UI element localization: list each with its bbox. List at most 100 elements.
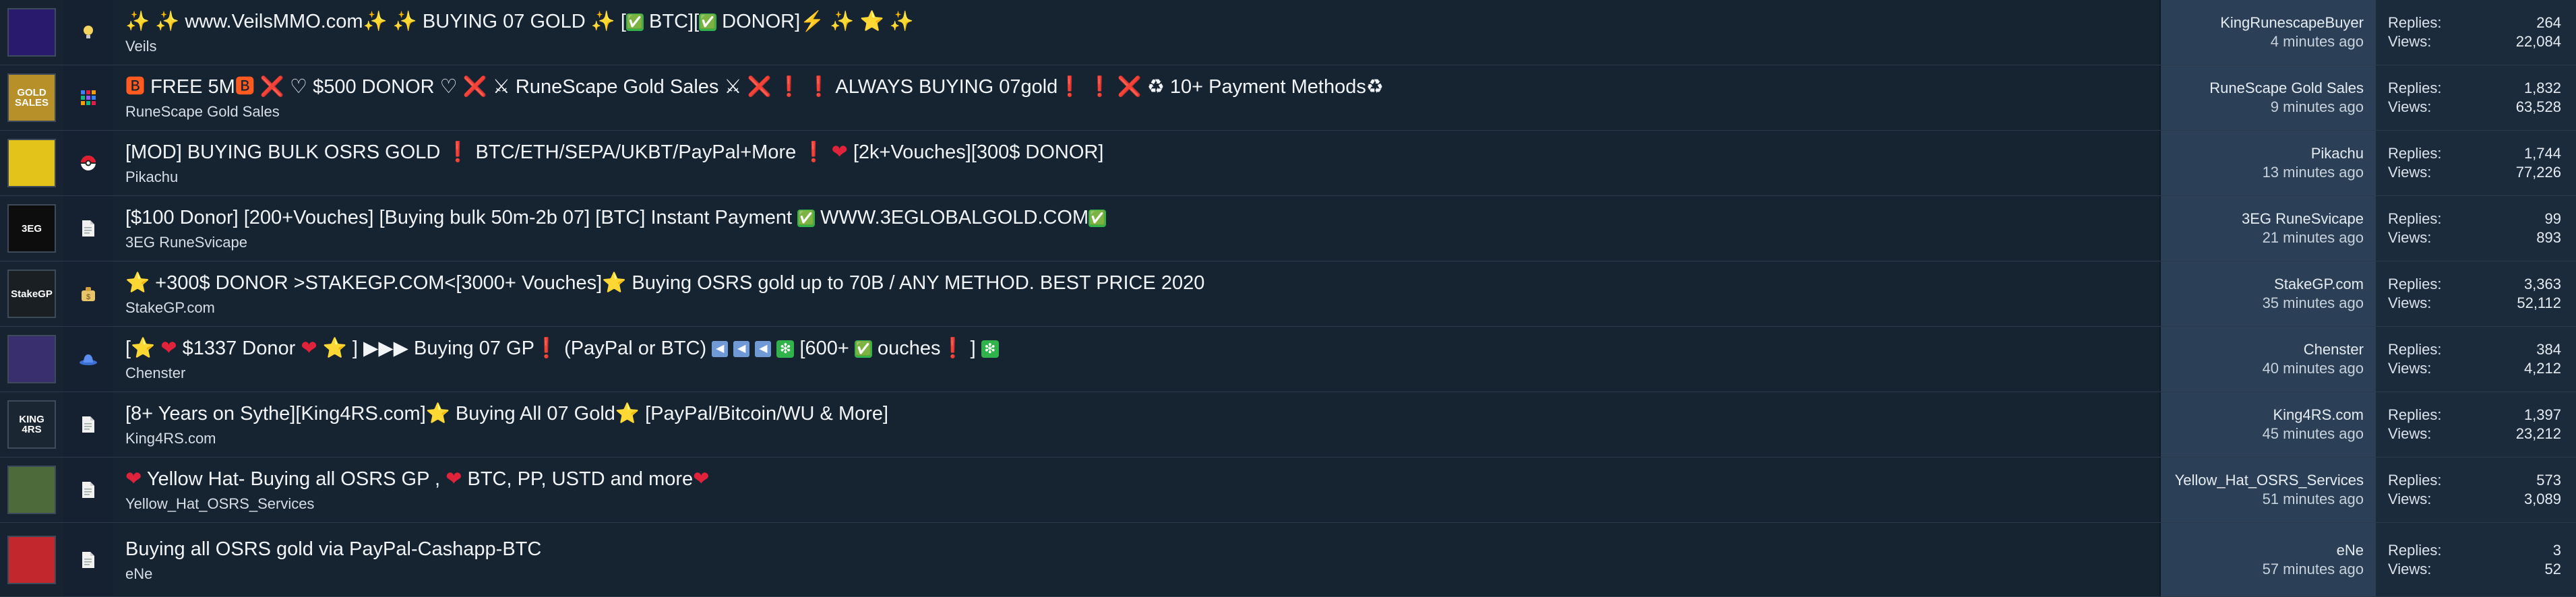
- views-stat: Views: 23,212: [2388, 425, 2561, 443]
- stats-cell: Replies: 3 Views: 52: [2376, 523, 2576, 596]
- title-text: [: [125, 338, 131, 359]
- last-post-cell: KingRunescapeBuyer 4 minutes ago: [2161, 0, 2376, 65]
- prefix-cell: [63, 392, 113, 457]
- last-post-user-link[interactable]: StakeGP.com: [2274, 275, 2364, 294]
- avatar[interactable]: [7, 139, 56, 187]
- title-text: [$100 Donor] [200+Vouches] [Buying bulk …: [125, 207, 798, 228]
- thread-row[interactable]: ❤ Yellow Hat- Buying all OSRS GP , ❤ BTC…: [0, 458, 2576, 523]
- emoji-icon: ✅: [797, 210, 816, 228]
- replies-count: 1,744: [2523, 145, 2561, 162]
- thread-author-link[interactable]: Veils: [125, 38, 2159, 55]
- avatar[interactable]: GOLD SALES: [7, 73, 56, 122]
- last-post-user-link[interactable]: RuneScape Gold Sales: [2209, 79, 2364, 98]
- avatar[interactable]: [7, 335, 56, 383]
- title-text: ✨: [884, 11, 914, 32]
- thread-title[interactable]: ⭐ +300$ DONOR >STAKEGP.COM<[3000+ Vouche…: [125, 271, 2159, 295]
- thread-row[interactable]: Buying all OSRS gold via PayPal-Cashapp-…: [0, 523, 2576, 597]
- thread-author-link[interactable]: King4RS.com: [125, 430, 2159, 447]
- title-text: ouches: [871, 338, 941, 359]
- last-post-user-link[interactable]: KingRunescapeBuyer: [2220, 13, 2364, 32]
- last-post-user-link[interactable]: Pikachu: [2311, 144, 2364, 163]
- thread-list: ✨ ✨ www.VeilsMMO.com✨ ✨ BUYING 07 GOLD ✨…: [0, 0, 2576, 597]
- thread-row[interactable]: ✨ ✨ www.VeilsMMO.com✨ ✨ BUYING 07 GOLD ✨…: [0, 0, 2576, 65]
- stats-cell: Replies: 573 Views: 3,089: [2376, 458, 2576, 522]
- last-post-user-link[interactable]: Chenster: [2304, 340, 2364, 359]
- thread-title[interactable]: [MOD] BUYING BULK OSRS GOLD ❗ BTC/ETH/SE…: [125, 140, 2159, 164]
- avatar[interactable]: [7, 535, 56, 584]
- thread-title[interactable]: [8+ Years on Sythe][King4RS.com]⭐ Buying…: [125, 402, 2159, 426]
- thread-title[interactable]: Buying all OSRS gold via PayPal-Cashapp-…: [125, 537, 2159, 561]
- avatar[interactable]: StakeGP: [7, 270, 56, 318]
- replies-label: Replies:: [2388, 145, 2442, 162]
- avatar[interactable]: KING 4RS: [7, 400, 56, 449]
- title-text: ♡ $500 DONOR ♡: [284, 76, 463, 98]
- last-post-time-link[interactable]: 13 minutes ago: [2263, 163, 2364, 182]
- last-post-time-link[interactable]: 51 minutes ago: [2263, 490, 2364, 509]
- thread-title[interactable]: ✨ ✨ www.VeilsMMO.com✨ ✨ BUYING 07 GOLD ✨…: [125, 9, 2159, 34]
- thread-author-link[interactable]: RuneScape Gold Sales: [125, 103, 2159, 121]
- stats-cell: Replies: 1,832 Views: 63,528: [2376, 65, 2576, 130]
- views-stat: Views: 3,089: [2388, 490, 2561, 509]
- last-post-cell: King4RS.com 45 minutes ago: [2161, 392, 2376, 457]
- title-text: +300$ DONOR >STAKEGP.COM<[3000+ Vouches]: [150, 272, 603, 294]
- thread-author-link[interactable]: 3EG RuneSvicape: [125, 234, 2159, 251]
- avatar[interactable]: 3EG: [7, 204, 56, 253]
- last-post-time-link[interactable]: 40 minutes ago: [2263, 359, 2364, 378]
- last-post-time-link[interactable]: 4 minutes ago: [2271, 32, 2364, 51]
- stats-cell: Replies: 1,397 Views: 23,212: [2376, 392, 2576, 457]
- title-text: (PayPal or BTC): [559, 338, 712, 359]
- last-post-time-link[interactable]: 21 minutes ago: [2263, 228, 2364, 247]
- document-icon: [78, 218, 98, 239]
- emoji-icon: ⚡: [800, 11, 825, 32]
- thread-author-link[interactable]: Chenster: [125, 365, 2159, 382]
- thread-main: [⭐ ❤ $1337 Donor ❤ ⭐ ] ▶▶▶ Buying 07 GP❗…: [113, 327, 2161, 391]
- thread-title[interactable]: [⭐ ❤ $1337 Donor ❤ ⭐ ] ▶▶▶ Buying 07 GP❗…: [125, 336, 2159, 360]
- replies-stat: Replies: 1,397: [2388, 406, 2561, 425]
- thread-row[interactable]: [⭐ ❤ $1337 Donor ❤ ⭐ ] ▶▶▶ Buying 07 GP❗…: [0, 327, 2576, 392]
- last-post-time-link[interactable]: 9 minutes ago: [2271, 98, 2364, 117]
- title-text: FREE 5M: [145, 76, 235, 98]
- title-text: Yellow Hat- Buying all OSRS GP ,: [142, 468, 446, 490]
- emoji-icon: ❌: [259, 76, 284, 98]
- title-text: [728, 338, 733, 359]
- thread-author-link[interactable]: Pikachu: [125, 168, 2159, 186]
- thread-author-link[interactable]: StakeGP.com: [125, 299, 2159, 317]
- thread-row[interactable]: KING 4RS [8+ Years on Sythe][King4RS.com]…: [0, 392, 2576, 458]
- thread-row[interactable]: [MOD] BUYING BULK OSRS GOLD ❗ BTC/ETH/SE…: [0, 131, 2576, 196]
- emoji-icon: ⭐: [322, 338, 347, 359]
- thread-title[interactable]: 🅱 FREE 5M🅱 ❌ ♡ $500 DONOR ♡ ❌ ⚔ RuneScap…: [125, 75, 2159, 99]
- last-post-user-link[interactable]: King4RS.com: [2273, 406, 2364, 425]
- thread-row[interactable]: GOLD SALES 🅱 FREE 5M🅱 ❌ ♡ $500 DONOR ♡ ❌ …: [0, 65, 2576, 131]
- emoji-icon: ◀: [733, 341, 750, 358]
- emoji-icon: ◀: [712, 341, 729, 358]
- last-post-time-link[interactable]: 35 minutes ago: [2263, 294, 2364, 313]
- thread-title[interactable]: [$100 Donor] [200+Vouches] [Buying bulk …: [125, 206, 2159, 230]
- thread-row[interactable]: StakeGP $ ⭐ +300$ DONOR >STAKEGP.COM<[3000…: [0, 261, 2576, 327]
- last-post-user-link[interactable]: eNe: [2337, 541, 2364, 560]
- replies-stat: Replies: 3,363: [2388, 275, 2561, 294]
- thread-title[interactable]: ❤ Yellow Hat- Buying all OSRS GP , ❤ BTC…: [125, 467, 2159, 491]
- thread-author-link[interactable]: Yellow_Hat_OSRS_Services: [125, 495, 2159, 513]
- avatar[interactable]: [7, 8, 56, 57]
- last-post-user-link[interactable]: Yellow_Hat_OSRS_Services: [2175, 471, 2364, 490]
- replies-count: 573: [2536, 472, 2561, 489]
- emoji-icon: 🅱: [125, 76, 146, 98]
- emoji-icon: ❤: [693, 468, 710, 490]
- views-label: Views:: [2388, 491, 2432, 507]
- last-post-time-link[interactable]: 45 minutes ago: [2263, 425, 2364, 443]
- avatar[interactable]: [7, 466, 56, 514]
- replies-label: Replies:: [2388, 14, 2442, 31]
- prefix-cell: [63, 327, 113, 391]
- emoji-icon: ⭐: [131, 338, 156, 359]
- last-post-user-link[interactable]: 3EG RuneSvicape: [2242, 210, 2364, 228]
- title-text: Buying all OSRS gold via PayPal-Cashapp-…: [125, 538, 542, 560]
- last-post-time-link[interactable]: 57 minutes ago: [2263, 560, 2364, 579]
- replies-stat: Replies: 573: [2388, 471, 2561, 490]
- emoji-icon: ❤: [446, 468, 462, 490]
- thread-author-link[interactable]: eNe: [125, 565, 2159, 583]
- replies-count: 384: [2536, 341, 2561, 358]
- thread-row[interactable]: 3EG [$100 Donor] [200+Vouches] [Buying bu…: [0, 196, 2576, 261]
- title-text: [255, 76, 260, 98]
- views-label: Views:: [2388, 294, 2432, 311]
- emoji-icon: ❗: [446, 142, 470, 163]
